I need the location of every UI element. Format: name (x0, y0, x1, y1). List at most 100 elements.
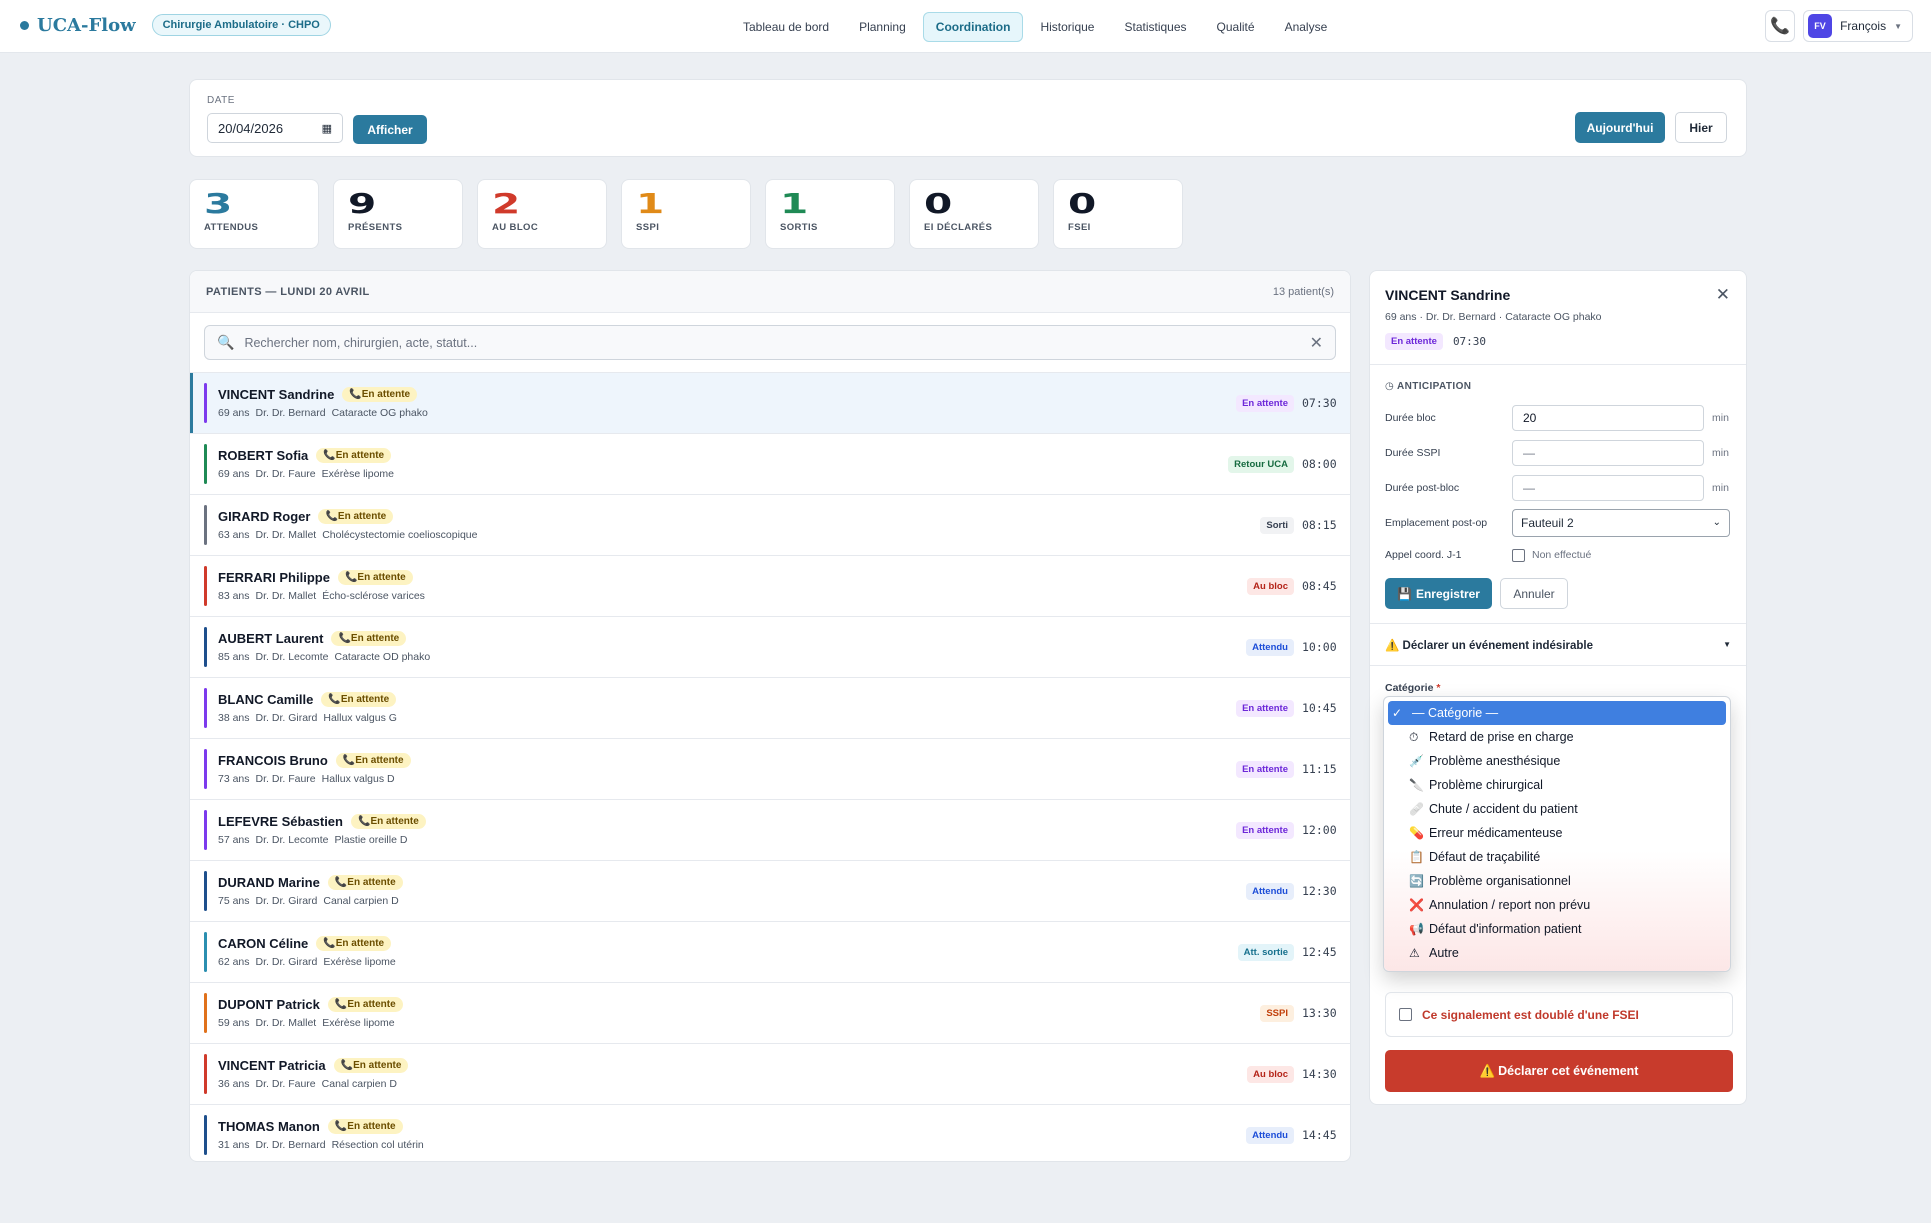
stat-card[interactable]: 1 SORTIS (765, 179, 895, 249)
call-status-badge: 📞En attente (331, 631, 407, 646)
brand[interactable]: UCA-Flow Chirurgie Ambulatoire · CHPO (20, 14, 331, 36)
call-status-badge: 📞En attente (333, 1058, 409, 1073)
category-option[interactable]: 🔪 Problème chirurgical (1388, 773, 1726, 797)
close-icon[interactable]: ✕ (1716, 285, 1730, 305)
table-row[interactable]: AUBERT Laurent 📞En attente 85 ans Dr. Dr. L… (190, 616, 1350, 677)
declare-ei-toggle[interactable]: ⚠️ Déclarer un événement indésirable ▼ (1370, 623, 1746, 666)
category-option[interactable]: 💊 Erreur médicamenteuse (1388, 821, 1726, 845)
stat-card[interactable]: 1 SSPI (621, 179, 751, 249)
post-duration-input[interactable]: — (1512, 474, 1704, 501)
nav-tab-statistiques[interactable]: Statistiques (1111, 12, 1199, 42)
afficher-button[interactable]: Afficher (353, 115, 427, 144)
table-row[interactable]: VINCENT Sandrine 📞En attente 69 ans Dr. Dr.… (190, 372, 1350, 433)
table-row[interactable]: FRANCOIS Bruno 📞En attente 73 ans Dr. Dr. F… (190, 738, 1350, 799)
table-row[interactable]: THOMAS Manon 📞En attente 31 ans Dr. Dr. Ber… (190, 1104, 1350, 1161)
nav-tab-coordination[interactable]: Coordination (922, 12, 1024, 42)
fsei-label: Ce signalement est doublé d'une FSEI (1422, 1007, 1639, 1022)
table-row[interactable]: DUPONT Patrick 📞En attente 59 ans Dr. Dr. M… (190, 982, 1350, 1043)
category-option[interactable]: 📢 Défaut d'information patient (1388, 917, 1726, 941)
category-option[interactable]: 🔄 Problème organisationnel (1388, 869, 1726, 893)
nav-tab-qualit-[interactable]: Qualité (1204, 12, 1268, 42)
category-option[interactable]: ✓ — Catégorie — (1388, 701, 1726, 725)
nav-tab-planning[interactable]: Planning (846, 12, 919, 42)
nav-tab-tableau-de-bord[interactable]: Tableau de bord (730, 12, 842, 42)
category-option[interactable]: 💉 Problème anesthésique (1388, 749, 1726, 773)
brand-name: UCA-Flow (37, 14, 136, 36)
yesterday-button[interactable]: Hier (1675, 112, 1727, 143)
call-row: Appel coord. J-1 Non effectué (1370, 540, 1746, 570)
bloc-duration-label: Durée bloc (1385, 411, 1436, 424)
fsei-option[interactable]: Ce signalement est doublé d'une FSEI (1385, 992, 1733, 1037)
phone-button[interactable]: 📞 (1765, 10, 1796, 42)
table-row[interactable]: CARON Céline 📞En attente 62 ans Dr. Dr. Gir… (190, 921, 1350, 982)
phone-icon: 📞 (357, 816, 371, 827)
table-row[interactable]: VINCENT Patricia 📞En attente 36 ans Dr. Dr.… (190, 1043, 1350, 1104)
table-row[interactable]: ROBERT Sofia 📞En attente 69 ans Dr. Dr. Fau… (190, 433, 1350, 494)
patients-panel: PATIENTS — LUNDI 20 AVRIL 13 patient(s) … (189, 270, 1351, 1162)
bloc-duration-input[interactable]: 20 (1512, 404, 1704, 431)
table-row[interactable]: FERRARI Philippe 📞En attente 83 ans Dr. Dr.… (190, 555, 1350, 616)
phone-icon: 📞 (340, 1060, 354, 1071)
call-status-badge: 📞En attente (327, 875, 403, 890)
status-color-bar (204, 688, 207, 728)
stat-card[interactable]: 0 EI DÉCLARÉS (909, 179, 1039, 249)
patient-time: 14:45 (1302, 1128, 1337, 1142)
call-status-badge: 📞En attente (321, 692, 397, 707)
patient-time: 11:15 (1302, 762, 1337, 776)
declare-event-button[interactable]: ⚠️ Déclarer cet événement (1385, 1050, 1733, 1092)
patient-act: Exérèse lipome (323, 956, 396, 968)
category-option[interactable]: ⚠ Autre (1388, 941, 1726, 965)
user-menu-button[interactable]: FV François ▼ (1803, 10, 1913, 42)
post-duration-row: Durée post-bloc — min (1370, 470, 1746, 505)
phone-icon: 📞 (334, 999, 348, 1010)
warning-icon: ⚠️ (1479, 1063, 1496, 1078)
date-input[interactable]: 20/04/2026 ▦ (207, 113, 343, 143)
stat-card[interactable]: 0 FSEI (1053, 179, 1183, 249)
table-row[interactable]: LEFEVRE Sébastien 📞En attente 57 ans Dr. Dr… (190, 799, 1350, 860)
sspi-duration-input[interactable]: — (1512, 439, 1704, 466)
status-color-bar (204, 810, 207, 850)
phone-icon: 📞 (328, 694, 341, 705)
patient-age: 85 ans (218, 651, 250, 663)
today-button[interactable]: Aujourd'hui (1575, 112, 1665, 143)
patient-act: Plastie oreille D (334, 834, 408, 846)
phone-icon: 📞 (342, 755, 356, 766)
patient-time: 14:30 (1302, 1067, 1337, 1081)
category-option[interactable]: ❌ Annulation / report non prévu (1388, 893, 1726, 917)
stat-card[interactable]: 9 PRÉSENTS (333, 179, 463, 249)
table-row[interactable]: BLANC Camille 📞En attente 38 ans Dr. Dr. Gi… (190, 677, 1350, 738)
search-input[interactable]: 🔍 Rechercher nom, chirurgien, acte, stat… (204, 325, 1336, 360)
nav-tab-historique[interactable]: Historique (1027, 12, 1107, 42)
stat-label: ATTENDUS (204, 222, 259, 233)
category-option[interactable]: ⏱ Retard de prise en charge (1388, 725, 1726, 749)
table-row[interactable]: GIRARD Roger 📞En attente 63 ans Dr. Dr. Mal… (190, 494, 1350, 555)
category-option[interactable]: 🩹 Chute / accident du patient (1388, 797, 1726, 821)
required-mark: * (1436, 682, 1441, 694)
cancel-button[interactable]: Annuler (1500, 578, 1568, 609)
stat-value: 9 (348, 187, 376, 220)
nav-tab-analyse[interactable]: Analyse (1272, 12, 1341, 42)
call-status-badge: 📞En attente (337, 570, 413, 585)
category-option[interactable]: 📋 Défaut de traçabilité (1388, 845, 1726, 869)
patient-age: 69 ans (218, 407, 250, 419)
stats-row: 3 ATTENDUS 9 PRÉSENTS 2 AU BLOC 1 SSPI 1 SORTIS 0 E… (189, 179, 1183, 249)
call-checkbox[interactable] (1512, 548, 1525, 562)
category-option-label: Défaut de traçabilité (1429, 850, 1541, 864)
table-row[interactable]: DURAND Marine 📞En attente 75 ans Dr. Dr. Gi… (190, 860, 1350, 921)
category-option-label: Retard de prise en charge (1429, 730, 1574, 744)
stat-card[interactable]: 3 ATTENDUS (189, 179, 319, 249)
calendar-icon[interactable]: ▦ (322, 122, 332, 135)
fsei-checkbox[interactable] (1399, 1008, 1412, 1021)
call-status-badge: 📞En attente (342, 387, 418, 402)
status-badge: En attente (1236, 394, 1294, 412)
patient-age: 57 ans (218, 834, 250, 846)
save-button[interactable]: 💾 Enregistrer (1385, 578, 1492, 609)
clear-search-icon[interactable]: ✕ (1310, 333, 1323, 353)
stat-card[interactable]: 2 AU BLOC (477, 179, 607, 249)
location-select[interactable]: Fauteuil 2 ⌄ (1512, 508, 1730, 537)
category-dropdown[interactable]: ✓ — Catégorie — ⏱ Retard de prise en charge… (1383, 696, 1731, 972)
detail-patient-name: VINCENT Sandrine (1385, 287, 1511, 303)
patient-act: Cholécystectomie coelioscopique (322, 529, 478, 541)
phone-icon: 📞 (323, 938, 336, 949)
patient-surgeon: Dr. Dr. Mallet (255, 1017, 317, 1029)
